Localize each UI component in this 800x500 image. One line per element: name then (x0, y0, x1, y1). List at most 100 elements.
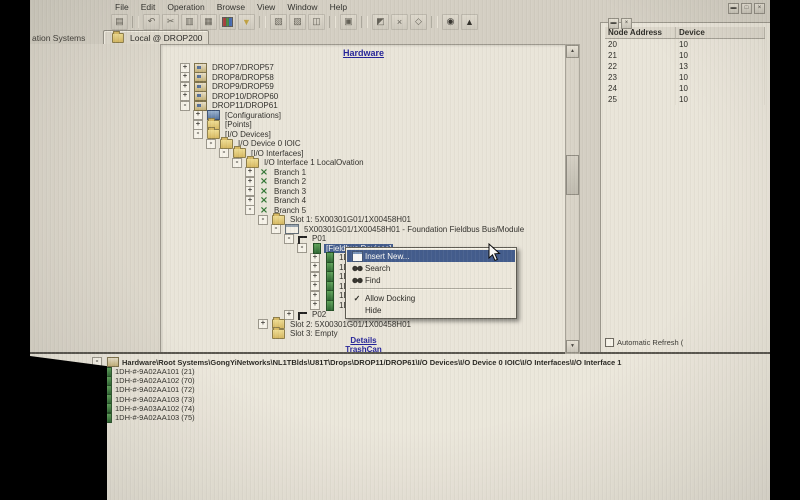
expand-icon[interactable]: + (180, 82, 190, 92)
tree-node[interactable]: +Slot 3: Empty (161, 329, 566, 339)
expand-icon[interactable]: + (245, 167, 255, 177)
select-icon[interactable]: ◩ (372, 14, 389, 30)
run-icon[interactable]: ▲ (461, 14, 478, 30)
tree-node[interactable]: -5X00301G01/1X00458H01 - Foundation Fiel… (161, 225, 566, 235)
list-item[interactable]: 1DH-#-9A03AA102 (74) (104, 404, 195, 413)
list-item[interactable]: 1DH-#-9A02AA101 (72) (104, 385, 195, 394)
undo-icon[interactable]: ↶ (143, 14, 160, 30)
search-icon[interactable]: ◉ (442, 14, 459, 30)
table-row[interactable]: 2410 (605, 83, 765, 94)
table-row[interactable]: 2510 (605, 94, 765, 105)
menu-view[interactable]: View (252, 1, 280, 13)
expand-icon[interactable]: + (310, 281, 320, 291)
collapse-icon[interactable]: - (180, 101, 190, 111)
collapse-icon[interactable]: - (193, 129, 203, 139)
save-icon[interactable]: ▨ (289, 14, 306, 30)
tree-node[interactable]: +×Branch 4 (161, 196, 566, 206)
expand-icon[interactable]: + (193, 120, 203, 130)
filter-icon[interactable]: ▼ (238, 14, 255, 30)
expand-icon[interactable]: + (310, 262, 320, 272)
expand-icon[interactable]: + (245, 177, 255, 187)
delete-icon[interactable]: × (391, 14, 408, 30)
tree-node[interactable]: -DROP11/DROP61 (161, 101, 566, 111)
tree-scrollbar[interactable]: ▲ ▼ (565, 44, 580, 354)
collapse-icon[interactable]: - (297, 243, 307, 253)
tree-node[interactable]: +×Branch 2 (161, 177, 566, 187)
palette-icon[interactable] (219, 14, 236, 30)
context-menu-item-allow-docking[interactable]: ✓Allow Docking (347, 292, 515, 304)
scrollbar-thumb[interactable] (566, 155, 579, 195)
tree-node[interactable]: +×Branch 3 (161, 187, 566, 197)
tab-systems[interactable]: ation Systems (32, 33, 85, 43)
context-menu-item-hide[interactable]: Hide (347, 304, 515, 316)
collapse-icon[interactable]: - (206, 139, 216, 149)
tree-node[interactable]: -[I/O Interfaces] (161, 149, 566, 159)
minimize-button[interactable]: ▬ (728, 3, 739, 14)
maximize-button[interactable]: □ (741, 3, 752, 14)
tree-node[interactable]: -Slot 1: 5X00301G01/1X00458H01 (161, 215, 566, 225)
tree-node[interactable]: +[Points] (161, 120, 566, 130)
tree-node[interactable]: +DROP7/DROP57 (161, 63, 566, 73)
menu-edit[interactable]: Edit (136, 1, 161, 13)
menu-browse[interactable]: Browse (212, 1, 250, 13)
expand-icon[interactable]: + (180, 63, 190, 73)
refresh-icon[interactable]: ◇ (410, 14, 427, 30)
expand-icon[interactable]: + (180, 72, 190, 82)
expand-icon[interactable]: + (193, 110, 203, 120)
list-item[interactable]: 1DH-#-9A02AA103 (73) (104, 395, 195, 404)
collapse-icon[interactable]: - (271, 224, 281, 234)
scroll-down-icon[interactable]: ▼ (566, 340, 579, 353)
folder-open-icon[interactable]: ▧ (270, 14, 287, 30)
menu-operation[interactable]: Operation (162, 1, 209, 13)
menu-file[interactable]: File (110, 1, 134, 13)
tree-node[interactable]: +×Branch 1 (161, 168, 566, 178)
tree-node[interactable]: +[Configurations] (161, 111, 566, 121)
camera-icon[interactable]: ▣ (340, 14, 357, 30)
collapse-icon[interactable]: - (232, 158, 242, 168)
hardware-root-row[interactable]: - Hardware\Root Systems\GongYiNetworks\N… (92, 357, 621, 367)
menu-window[interactable]: Window (282, 1, 322, 13)
system-tree-pane[interactable] (30, 44, 161, 352)
context-menu-item-find[interactable]: Find (347, 274, 515, 286)
table-row[interactable]: 2213 (605, 61, 765, 72)
auto-refresh-checkbox[interactable] (605, 338, 614, 347)
tree-node[interactable]: +DROP9/DROP59 (161, 82, 566, 92)
child-minimize-button[interactable]: ▬ (608, 18, 619, 29)
collapse-icon[interactable]: - (258, 215, 268, 225)
expand-icon[interactable]: + (245, 186, 255, 196)
expand-icon[interactable]: + (310, 291, 320, 301)
cut-icon[interactable]: ✂ (162, 14, 179, 30)
collapse-icon[interactable]: - (284, 234, 294, 244)
expand-icon[interactable]: + (245, 196, 255, 206)
tree-node[interactable]: +Slot 2: 5X00301G01/1X00458H01 (161, 320, 566, 330)
collapse-icon[interactable]: - (245, 205, 255, 215)
menu-help[interactable]: Help (325, 1, 352, 13)
copy-icon[interactable]: ▥ (181, 14, 198, 30)
tree-node[interactable]: -I/O Device 0 IOIC (161, 139, 566, 149)
child-close-button[interactable]: × (621, 18, 632, 29)
expand-icon[interactable]: + (310, 300, 320, 310)
list-item[interactable]: 1DH-#-9A02AA102 (70) (104, 376, 195, 385)
tree-node[interactable]: -I/O Interface 1 LocalOvation (161, 158, 566, 168)
tree-node[interactable]: +DROP10/DROP60 (161, 92, 566, 102)
expand-icon[interactable]: + (258, 319, 268, 329)
tree-node[interactable]: -P01 (161, 234, 566, 244)
table-row[interactable]: 2310 (605, 72, 765, 83)
list-item[interactable]: 1DH-#-9A02AA103 (75) (104, 413, 195, 422)
table-row[interactable]: 2110 (605, 50, 765, 61)
tab-local-drop[interactable]: Local @ DROP200 (103, 30, 209, 44)
duplicate-icon[interactable]: ◫ (308, 14, 325, 30)
expand-icon[interactable]: + (284, 310, 294, 320)
tree-node[interactable]: +DROP8/DROP58 (161, 73, 566, 83)
expand-icon[interactable]: + (180, 91, 190, 101)
expand-icon[interactable]: + (310, 272, 320, 282)
paste-icon[interactable]: ▦ (200, 14, 217, 30)
scroll-up-icon[interactable]: ▲ (566, 45, 579, 58)
expand-icon[interactable]: + (310, 253, 320, 263)
print-icon[interactable]: ▤ (111, 14, 128, 30)
tree-node[interactable]: -×Branch 5 (161, 206, 566, 216)
collapse-icon[interactable]: - (219, 148, 229, 158)
close-button[interactable]: × (754, 3, 765, 14)
list-item[interactable]: 1DH-#-9A02AA101 (21) (104, 367, 195, 376)
hardware-title-link[interactable]: Hardware (161, 48, 566, 58)
